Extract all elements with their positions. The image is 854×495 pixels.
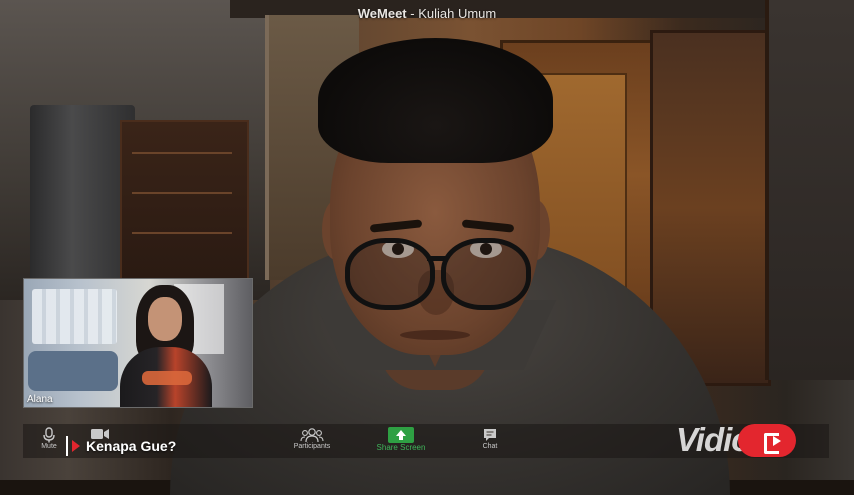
- play-icon: [72, 440, 80, 452]
- speaker-glasses: [345, 228, 531, 310]
- episode-title: Kenapa Gue?: [86, 438, 177, 454]
- window-title: WeMeet - Kuliah Umum: [0, 6, 854, 21]
- thumbnail-sofa: [28, 351, 118, 391]
- background-shelf: [120, 120, 249, 284]
- glasses-lens-right: [441, 238, 531, 310]
- chat-bubble-icon: [484, 429, 496, 441]
- background-cabinet-far: [765, 0, 854, 380]
- vidio-watermark: Vidio: [676, 420, 797, 460]
- microphone-icon: [43, 427, 55, 443]
- speaker-mouth: [400, 330, 470, 340]
- episode-title-overlay: Kenapa Gue?: [66, 436, 176, 456]
- vidio-logo-icon: [738, 423, 797, 457]
- app-name: WeMeet: [357, 6, 407, 21]
- participants-label: Participants: [293, 443, 331, 450]
- self-view-thumbnail[interactable]: Alana: [23, 278, 253, 408]
- main-video-feed: [0, 0, 854, 495]
- share-screen-icon: [388, 427, 414, 443]
- mute-label: Mute: [41, 443, 57, 450]
- title-separator: -: [406, 6, 419, 21]
- mute-button[interactable]: Mute: [36, 427, 62, 450]
- thumbnail-wall-decor: [32, 289, 117, 344]
- meeting-name: Kuliah Umum: [418, 6, 497, 21]
- participants-icon: [300, 428, 324, 443]
- share-screen-button[interactable]: Share Screen: [371, 427, 431, 452]
- chat-label: Chat: [482, 443, 498, 450]
- participant-shirt-logo: [142, 371, 192, 385]
- share-screen-label: Share Screen: [376, 443, 426, 452]
- chat-button[interactable]: Chat: [477, 427, 503, 450]
- participants-button[interactable]: Participants: [291, 427, 333, 450]
- episode-divider: [66, 436, 68, 456]
- participant-face: [148, 297, 182, 341]
- glasses-lens-left: [345, 238, 435, 310]
- participant-name-label: Alana: [27, 394, 53, 405]
- speaker-hair: [318, 38, 553, 163]
